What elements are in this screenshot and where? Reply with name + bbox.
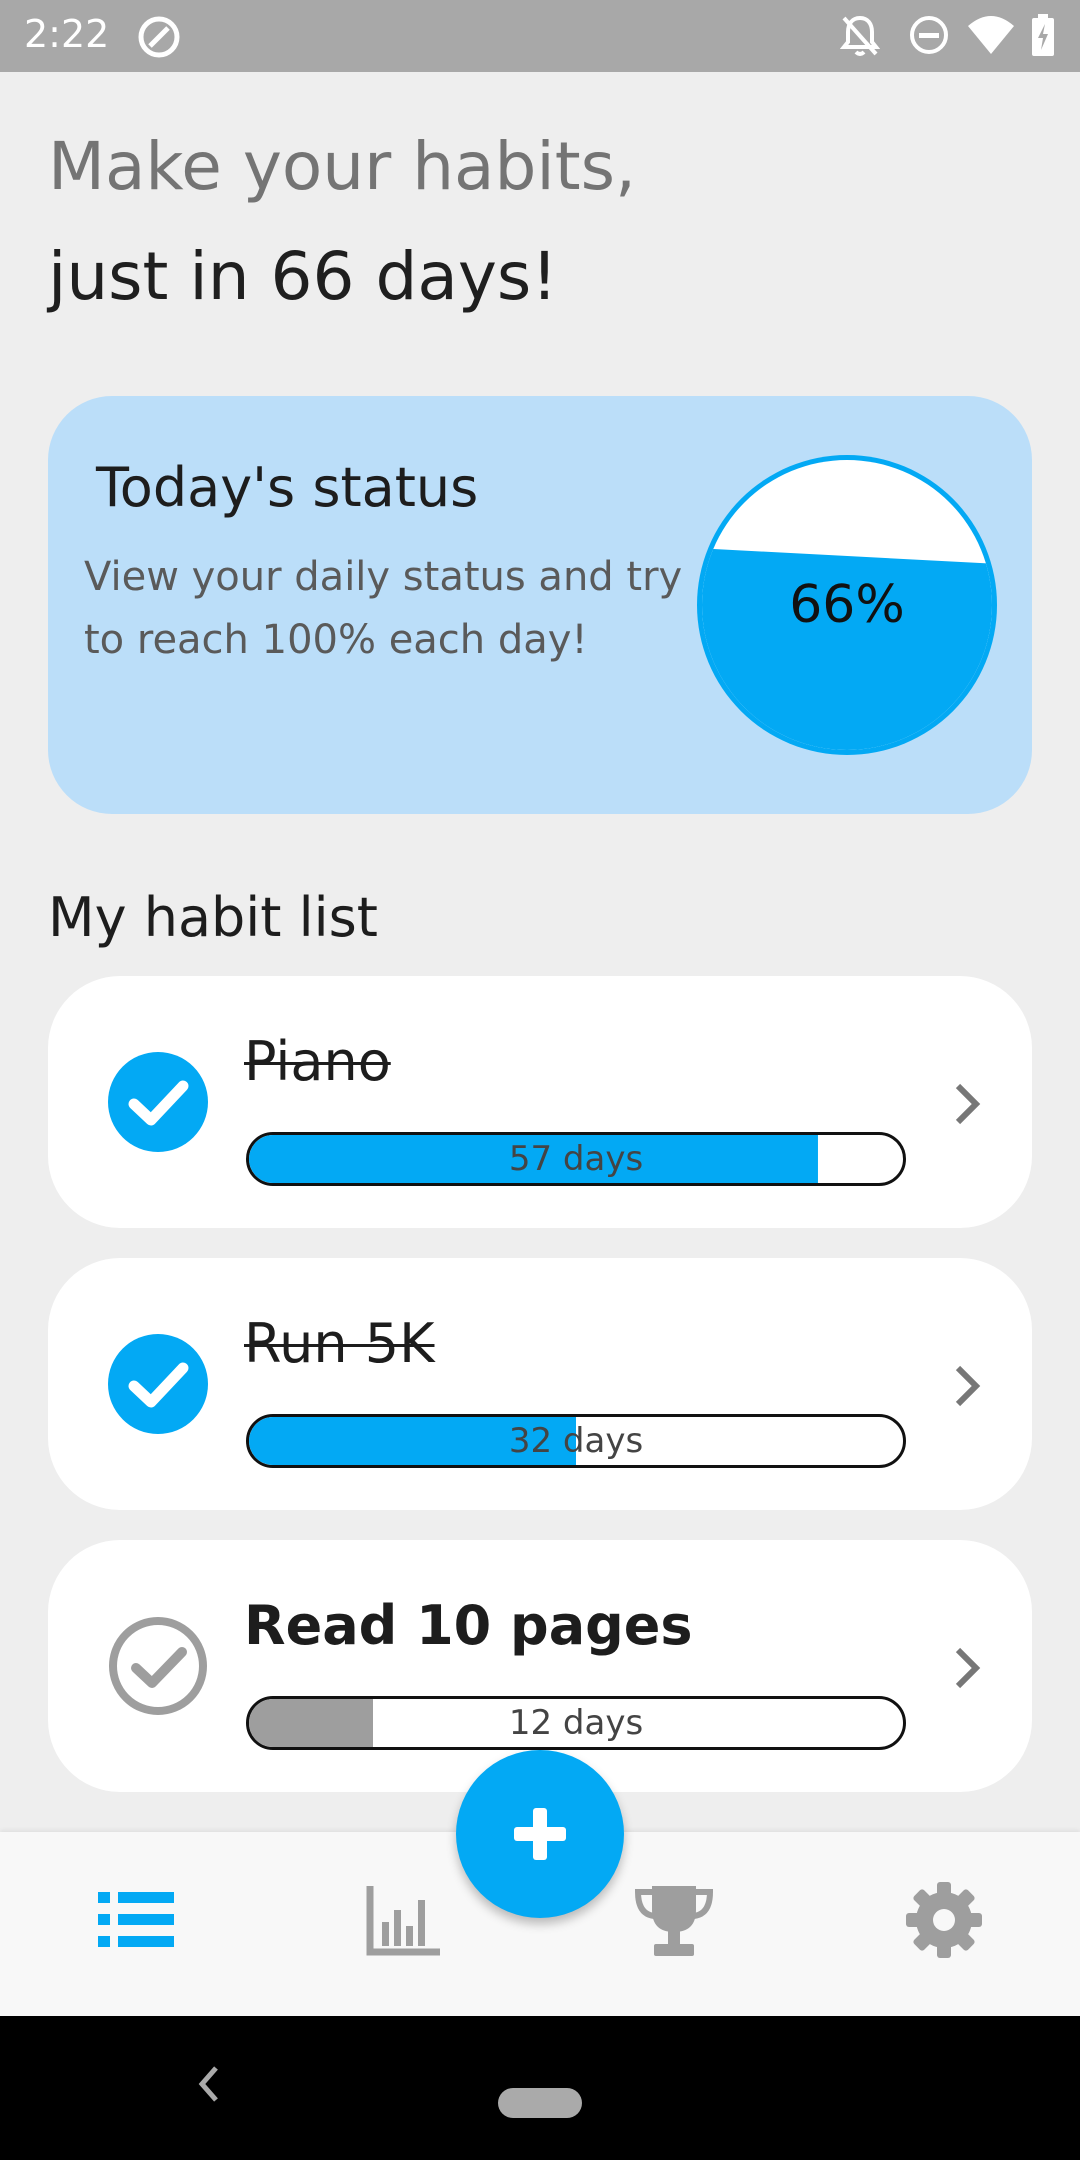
add-habit-button[interactable] [456,1750,624,1918]
habit-progress-bar: 32 days [246,1414,906,1468]
check-circle-filled-icon[interactable] [108,1334,208,1434]
back-icon[interactable] [196,2064,220,2104]
home-pill[interactable] [498,2088,582,2118]
habit-days-label: 12 days [508,1703,644,1743]
trophy-icon[interactable] [634,1880,714,1960]
habit-card-piano[interactable]: Piano 57 days [48,976,1032,1228]
habit-name: Run 5K [244,1312,435,1375]
status-time: 2:22 [24,12,110,56]
habit-days-label: 32 days [508,1421,644,1461]
today-status-card: Today's status View your daily status an… [48,396,1032,814]
habit-list-title: My habit list [48,886,378,949]
do-not-disturb-icon [910,16,948,54]
plus-icon [514,1808,566,1860]
daily-status-gauge: 66% [697,455,997,755]
list-icon[interactable] [96,1880,176,1960]
bar-chart-icon[interactable] [364,1880,444,1960]
wifi-icon [968,16,1014,54]
chevron-right-icon[interactable] [948,1364,988,1408]
habit-name: Piano [244,1030,391,1093]
system-navigation-bar [0,2016,1080,2160]
status-percent-label: 66% [789,575,905,635]
check-circle-filled-icon[interactable] [108,1052,208,1152]
habit-card-run-5k[interactable]: Run 5K 32 days [48,1258,1032,1510]
settings-gear-icon[interactable] [904,1880,984,1960]
status-card-title: Today's status [96,456,479,519]
habit-name: Read 10 pages [244,1594,693,1657]
status-card-description: View your daily status and try to reach … [84,554,683,663]
headline-line2: just in 66 days! [48,238,558,315]
chevron-right-icon[interactable] [948,1646,988,1690]
status-bar: 2:22 [0,0,1080,72]
battery-charging-icon [1032,14,1054,56]
chevron-right-icon[interactable] [948,1082,988,1126]
habit-days-label: 57 days [508,1139,644,1179]
headline-line1: Make your habits, [48,128,636,205]
notifications-off-icon [840,15,880,56]
habit-progress-bar: 57 days [246,1132,906,1186]
habit-progress-bar: 12 days [246,1696,906,1750]
check-circle-outline-icon[interactable] [108,1616,208,1716]
at-sign-icon [138,16,180,58]
